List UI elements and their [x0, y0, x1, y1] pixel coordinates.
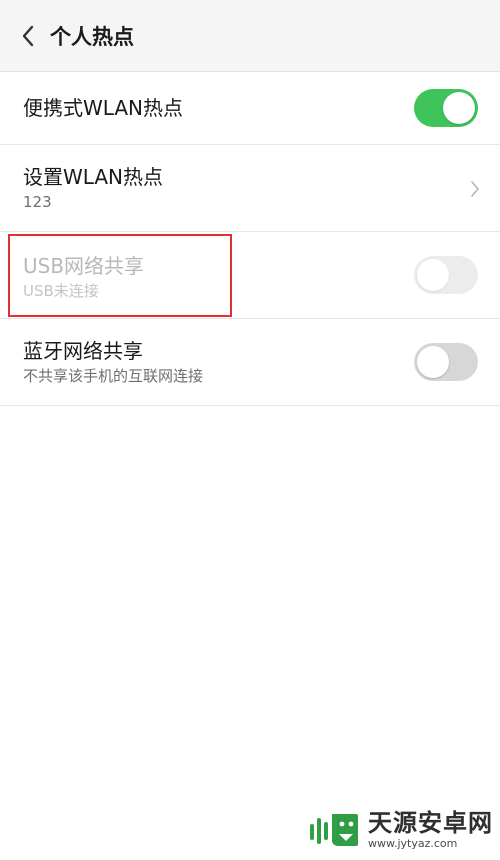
toggle-knob: [417, 346, 449, 378]
row-sublabel: 不共享该手机的互联网连接: [23, 367, 204, 385]
chevron-right-icon: [471, 181, 479, 197]
app-header: 个人热点: [0, 0, 500, 72]
row-sublabel: USB未连接: [23, 282, 99, 300]
list-item-setup-wlan-hotspot[interactable]: 设置WLAN热点 123: [0, 146, 500, 232]
list-item-portable-wlan-hotspot[interactable]: 便携式WLAN热点: [0, 73, 500, 145]
watermark-title: 天源安卓网: [368, 809, 493, 837]
page-title: 个人热点: [50, 24, 134, 49]
row-label: 便携式WLAN热点: [23, 96, 184, 120]
portable-wlan-hotspot-toggle[interactable]: [414, 89, 478, 127]
back-button[interactable]: [6, 0, 50, 72]
row-label: USB网络共享: [23, 254, 145, 278]
list-item-bluetooth-tethering[interactable]: 蓝牙网络共享 不共享该手机的互联网连接: [0, 320, 500, 406]
row-label: 设置WLAN热点: [23, 165, 164, 189]
toggle-knob: [417, 259, 449, 291]
row-sublabel: 123: [23, 193, 52, 211]
row-label: 蓝牙网络共享: [23, 339, 143, 363]
usb-tethering-toggle: [414, 256, 478, 294]
list-item-usb-tethering: USB网络共享 USB未连接: [0, 233, 500, 319]
chevron-left-icon: [22, 25, 34, 46]
watermark: 天源安卓网 www.jytyaz.com: [308, 808, 493, 852]
bluetooth-tethering-toggle[interactable]: [414, 343, 478, 381]
watermark-url: www.jytyaz.com: [368, 837, 458, 850]
android-logo-icon: [310, 814, 358, 846]
toggle-knob: [443, 92, 475, 124]
